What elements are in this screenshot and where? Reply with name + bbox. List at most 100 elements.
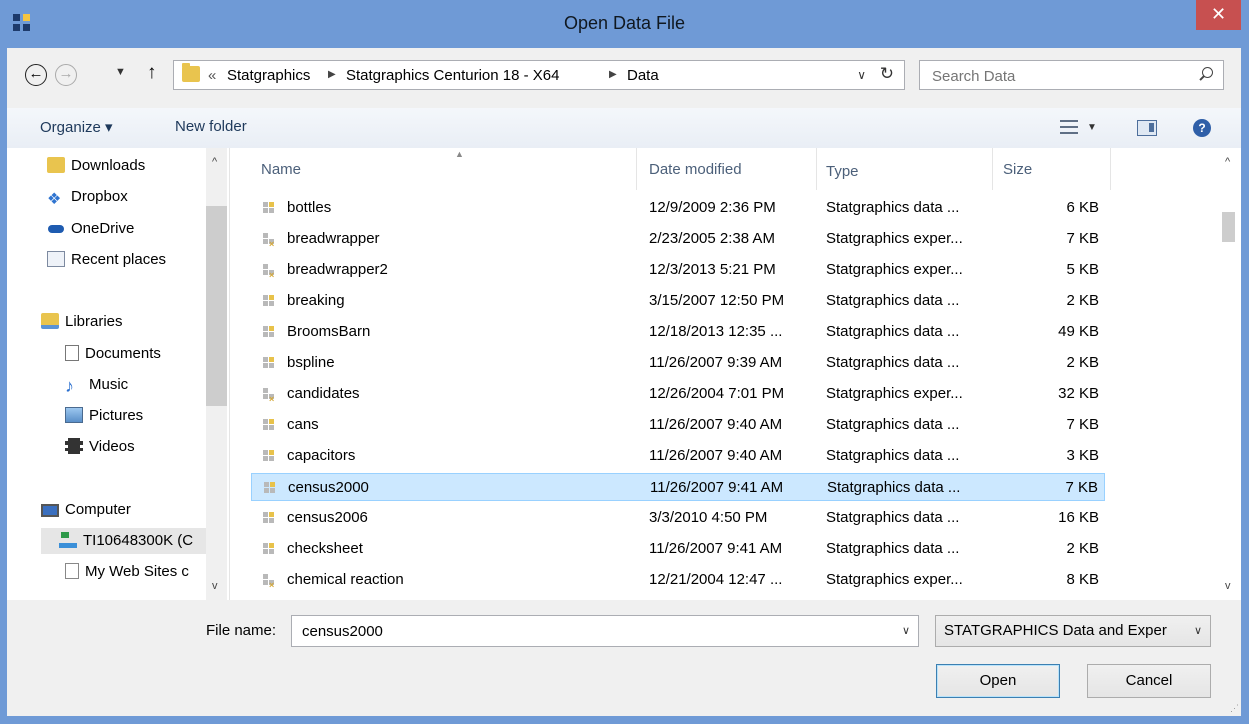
file-row[interactable]: × chemical reaction 12/21/2004 12:47 ... St… [251,566,1105,594]
search-icon[interactable] [1202,67,1213,78]
file-row[interactable]: capacitors 11/26/2007 9:40 AM Statgraphics… [251,442,1105,470]
breadcrumb-statgraphics[interactable]: Statgraphics [227,67,310,84]
file-row[interactable]: × breadwrapper 2/23/2005 2:38 AM Statgraphi… [251,225,1105,253]
nav-item-pictures[interactable]: Pictures [65,403,143,429]
file-list-scrollbar[interactable]: ^ v [1218,148,1241,600]
scroll-down-icon[interactable]: v [1225,580,1231,592]
breadcrumb-separator[interactable]: ▶ [328,69,336,80]
file-row[interactable]: census2006 3/3/2010 4:50 PM Statgraphics d… [251,504,1105,532]
scroll-up-icon[interactable]: ^ [212,156,217,168]
scroll-down-icon[interactable]: v [212,580,218,592]
organize-menu[interactable]: Organize ▾ [40,118,113,136]
cancel-button[interactable]: Cancel [1087,664,1211,698]
file-row[interactable]: bspline 11/26/2007 9:39 AM Statgraphics da… [251,349,1105,377]
column-divider[interactable] [1110,148,1111,190]
file-row[interactable]: breaking 3/15/2007 12:50 PM Statgraphics d… [251,287,1105,315]
open-button[interactable]: Open [936,664,1060,698]
address-dropdown-icon[interactable]: ∨ [857,68,866,82]
address-bar[interactable]: « Statgraphics ▶ Statgraphics Centurion … [173,60,905,90]
nav-item-dropbox[interactable]: ❖ Dropbox [47,184,128,210]
column-divider[interactable] [636,148,637,190]
nav-item-recent-places[interactable]: Recent places [47,247,166,273]
nav-item-drive-c[interactable]: TI10648300K (C [41,528,224,554]
column-header-type[interactable]: Type [826,150,859,192]
nav-item-music[interactable]: ♪ Music [65,372,128,398]
nav-item-downloads[interactable]: Downloads [47,153,145,179]
resize-grip-icon[interactable]: ⋰ [1230,703,1239,714]
close-button[interactable]: ✕ [1196,0,1241,30]
column-divider[interactable] [816,148,817,190]
file-row[interactable]: checksheet 11/26/2007 9:41 AM Statgraphics… [251,535,1105,563]
date-modified-cell: 12/26/2004 7:01 PM [649,385,785,402]
scroll-up-icon[interactable]: ^ [1225,156,1230,168]
file-row[interactable]: bottles 12/9/2009 2:36 PM Statgraphics dat… [251,194,1105,222]
nav-item-libraries[interactable]: Libraries [41,309,123,335]
date-modified-cell: 12/21/2004 12:47 ... [649,571,783,588]
nav-item-documents[interactable]: Documents [65,341,161,367]
file-name-dropdown-icon[interactable]: ∨ [902,624,910,637]
breadcrumb-data[interactable]: Data [627,67,659,84]
date-modified-cell: 12/3/2013 5:21 PM [649,261,776,278]
window-title: Open Data File [563,13,686,33]
file-name-cell: bspline [287,354,335,371]
file-name-input[interactable] [300,622,884,641]
search-input[interactable] [930,65,1184,87]
file-row[interactable]: × breadwrapper2 12/3/2013 5:21 PM Statgraph… [251,256,1105,284]
file-name-combobox[interactable]: ∨ [291,615,919,647]
file-type-cell: Statgraphics data ... [827,479,961,496]
computer-icon [41,504,59,517]
file-row[interactable]: cans 11/26/2007 9:40 AM Statgraphics data … [251,411,1105,439]
forward-button[interactable]: → [55,64,77,86]
nav-item-computer[interactable]: Computer [41,497,131,523]
date-modified-cell: 3/15/2007 12:50 PM [649,292,785,309]
file-name-cell: chemical reaction [287,571,404,588]
file-list: Name ▲ Date modified Type Size bottles 12… [230,148,1241,600]
title-bar[interactable]: Open Data File ✕ [0,0,1249,48]
nav-item-videos[interactable]: Videos [65,434,135,460]
scrollbar-thumb[interactable] [206,206,227,406]
view-dropdown-icon[interactable]: ▼ [1087,122,1097,133]
dialog-client: ← → ▼ ↑ « Statgraphics ▶ Statgraphics Ce… [7,48,1241,716]
file-row[interactable]: BroomsBarn 12/18/2013 12:35 ... Statgraphi… [251,318,1105,346]
file-name-cell: breadwrapper [287,230,380,247]
nav-item-label: My Web Sites c [85,563,189,580]
column-header-size[interactable]: Size [1003,148,1032,190]
column-header-name[interactable]: Name [261,148,301,190]
recent-locations-dropdown[interactable]: ▼ [115,66,126,78]
dropbox-icon: ❖ [47,191,62,208]
file-row[interactable]: × candidates 12/26/2004 7:01 PM Statgraphic… [251,380,1105,408]
videos-icon [65,438,83,454]
file-row[interactable]: census2000 11/26/2007 9:41 AM Statgraphics… [251,473,1105,501]
up-button[interactable]: ↑ [147,62,157,84]
data-file-icon [263,543,275,555]
new-folder-button[interactable]: New folder [175,118,247,135]
refresh-icon[interactable]: ↻ [880,64,894,84]
breadcrumb-overflow[interactable]: « [208,67,216,84]
nav-item-my-web-sites[interactable]: My Web Sites c [65,559,189,585]
help-icon[interactable]: ? [1193,119,1211,137]
file-type-cell: Statgraphics data ... [826,416,960,433]
column-header-date-modified[interactable]: Date modified [649,148,742,190]
file-size-cell: 8 KB [1066,571,1099,588]
file-type-dropdown-icon[interactable]: ∨ [1194,624,1202,637]
onedrive-icon [47,220,65,236]
back-button[interactable]: ← [25,64,47,86]
column-divider[interactable] [992,148,993,190]
file-type-cell: Statgraphics data ... [826,323,960,340]
breadcrumb-separator[interactable]: ▶ [609,69,617,80]
file-type-cell: Statgraphics exper... [826,230,963,247]
scrollbar-thumb[interactable] [1222,212,1235,242]
file-type-cell: Statgraphics exper... [826,571,963,588]
file-type-cell: Statgraphics data ... [826,292,960,309]
view-options-icon[interactable] [1060,120,1078,134]
nav-item-onedrive[interactable]: OneDrive [47,216,134,242]
file-type-filter[interactable]: STATGRAPHICS Data and Exper ∨ [935,615,1211,647]
experiment-file-icon: × [263,574,275,590]
file-name-cell: bottles [287,199,332,216]
navigation-scrollbar[interactable]: ^ v [206,148,227,600]
file-type-cell: Statgraphics data ... [826,199,960,216]
drive-icon [59,532,77,548]
preview-pane-icon[interactable] [1137,120,1157,136]
breadcrumb-centurion[interactable]: Statgraphics Centurion 18 - X64 [346,67,559,84]
search-box[interactable] [919,60,1224,90]
